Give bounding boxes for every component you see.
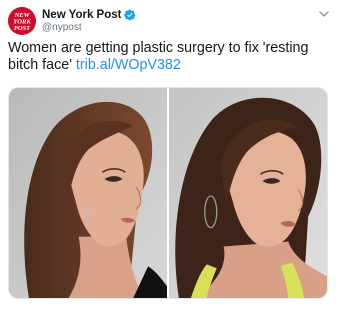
more-options-button[interactable] <box>318 8 330 20</box>
chevron-down-icon <box>319 11 329 17</box>
woman-profile-photo-icon <box>9 88 167 298</box>
tweet-link[interactable]: trib.al/WOpV382 <box>76 57 181 73</box>
woman-profile-photo-icon <box>169 88 327 298</box>
svg-text:POST: POST <box>14 25 31 32</box>
photo-right[interactable] <box>169 88 327 298</box>
avatar[interactable]: NEW YORK POST <box>8 7 36 35</box>
author-display-name[interactable]: New York Post <box>42 9 121 21</box>
tweet-media[interactable] <box>8 87 328 299</box>
photo-left[interactable] <box>9 88 167 298</box>
tweet-text: Women are getting plastic surgery to fix… <box>8 40 326 74</box>
author-handle[interactable]: @nypost <box>42 22 82 33</box>
author-name-row: New York Post <box>42 8 136 22</box>
verified-badge-icon <box>124 9 136 21</box>
tweet-card[interactable]: NEW YORK POST New York Post @nypost Wome… <box>0 0 340 309</box>
new-york-post-logo-icon: NEW YORK POST <box>8 7 36 35</box>
